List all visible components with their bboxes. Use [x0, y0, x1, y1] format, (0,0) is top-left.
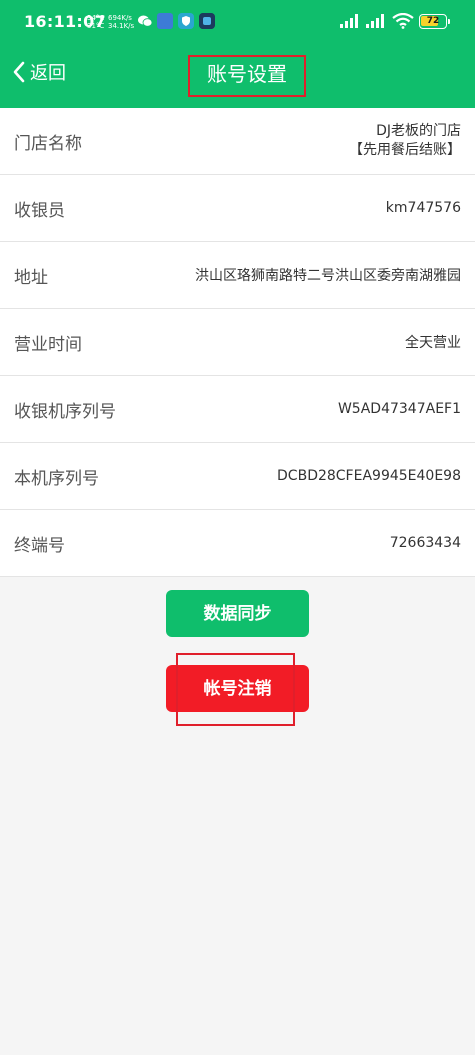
- signal-icon: [340, 14, 358, 28]
- row-cashier: 收银员 km747576: [0, 175, 475, 242]
- app-icon: [157, 13, 173, 29]
- app-icon: [199, 13, 215, 29]
- wechat-icon: [138, 15, 153, 27]
- row-device-serial: 本机序列号 DCBD28CFEA9945E40E98: [0, 443, 475, 510]
- back-label: 返回: [30, 63, 66, 84]
- row-value: W5AD47347AEF1: [337, 401, 461, 417]
- battery-tip: [448, 19, 450, 24]
- row-value: 72663434: [389, 535, 461, 551]
- status-bar: 16:11:07 54°C 31°C 694K/s 34.1K/s 72: [0, 0, 475, 44]
- row-label: 门店名称: [14, 133, 82, 154]
- battery-level: 72: [426, 16, 440, 26]
- row-label: 收银机序列号: [14, 401, 116, 422]
- row-terminal-id: 终端号 72663434: [0, 510, 475, 577]
- row-label: 收银员: [14, 200, 65, 221]
- status-temperatures: 54°C 31°C: [87, 14, 104, 30]
- top-bar: 16:11:07 54°C 31°C 694K/s 34.1K/s 72 返回 …: [0, 0, 475, 108]
- status-speed-down: 34.1K/s: [108, 22, 135, 30]
- wifi-icon: [392, 13, 414, 29]
- row-label: 营业时间: [14, 334, 82, 355]
- logout-button[interactable]: 帐号注销: [166, 665, 309, 712]
- signal-icon: [366, 14, 384, 28]
- row-value: 洪山区珞狮南路特二号洪山区委旁南湖雅园: [195, 268, 461, 284]
- row-label: 地址: [14, 267, 48, 288]
- account-info-list: 门店名称 DJ老板的门店 【先用餐后结账】 收银员 km747576 地址 洪山…: [0, 108, 475, 577]
- sync-data-button[interactable]: 数据同步: [166, 590, 309, 637]
- row-value: DCBD28CFEA9945E40E98: [277, 468, 461, 484]
- row-value: 全天营业: [405, 335, 461, 351]
- row-store-name: 门店名称 DJ老板的门店 【先用餐后结账】: [0, 108, 475, 175]
- chevron-left-icon: [13, 61, 25, 83]
- status-speed-up: 694K/s: [108, 14, 132, 22]
- row-address: 地址 洪山区珞狮南路特二号洪山区委旁南湖雅园: [0, 242, 475, 309]
- back-button[interactable]: 返回: [12, 58, 66, 86]
- store-mode: 【先用餐后结账】: [349, 142, 461, 158]
- shield-app-icon: [178, 13, 194, 29]
- row-value: km747576: [385, 200, 461, 216]
- row-label: 终端号: [14, 535, 65, 556]
- row-pos-serial: 收银机序列号 W5AD47347AEF1: [0, 376, 475, 443]
- status-temp-2: 31°C: [87, 22, 105, 30]
- row-label: 本机序列号: [14, 468, 99, 489]
- row-business-hours: 营业时间 全天营业: [0, 309, 475, 376]
- status-temp-1: 54°C: [87, 14, 105, 22]
- battery-icon: 72: [419, 14, 447, 29]
- status-network-speed: 694K/s 34.1K/s: [108, 14, 134, 30]
- row-value: DJ老板的门店 【先用餐后结账】: [349, 122, 461, 160]
- store-name: DJ老板的门店: [376, 123, 461, 139]
- page-title: 账号设置: [188, 55, 306, 97]
